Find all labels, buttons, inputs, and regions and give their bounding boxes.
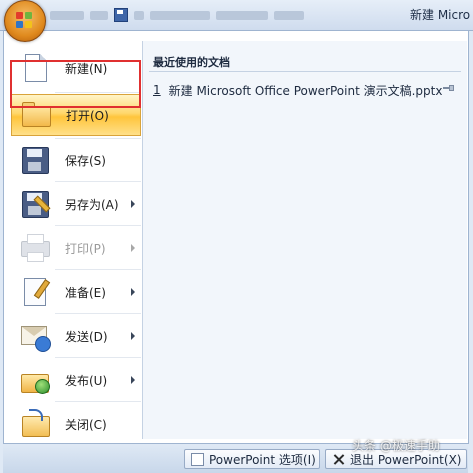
menu-item-label: 另存为(A): [65, 197, 119, 212]
send-icon: [19, 320, 51, 352]
divider: [55, 181, 141, 182]
blurred-ribbon-text: [216, 10, 268, 20]
menu-item-label: 准备(E): [65, 285, 106, 300]
blurred-ribbon-text: [274, 10, 304, 20]
save-icon-mini[interactable]: [114, 8, 128, 22]
print-icon: [19, 232, 51, 264]
save-as-icon: [19, 188, 51, 220]
recent-document-item[interactable]: 1 新建 Microsoft Office PowerPoint 演示文稿.pp…: [153, 81, 463, 99]
menu-item-label: 打印(P): [65, 241, 106, 256]
menu-item-send[interactable]: 发送(D): [11, 315, 141, 357]
highlight-annotation-box: [10, 60, 141, 108]
submenu-arrow-icon: [131, 200, 135, 208]
title-bar: 新建 Micro: [0, 0, 473, 31]
recent-documents-panel: 最近使用的文档 1 新建 Microsoft Office PowerPoint…: [142, 41, 467, 439]
customize-qat-button[interactable]: [134, 10, 144, 20]
menu-item-print: 打印(P): [11, 227, 141, 269]
close-icon: [332, 453, 345, 466]
submenu-arrow-icon: [131, 244, 135, 252]
divider: [55, 357, 141, 358]
divider: [55, 313, 141, 314]
save-icon: [19, 144, 51, 176]
office-logo-icon: [16, 12, 34, 30]
menu-item-label: 打开(O): [66, 108, 109, 123]
menu-item-label: 发布(U): [65, 373, 108, 388]
divider: [55, 269, 141, 270]
recent-item-number: 1: [153, 83, 161, 97]
menu-item-save-as[interactable]: 另存为(A): [11, 183, 141, 225]
prepare-icon: [19, 276, 51, 308]
menu-item-save[interactable]: 保存(S): [11, 139, 141, 181]
publish-icon: [19, 364, 51, 396]
menu-item-close[interactable]: 关闭(C): [11, 403, 141, 445]
recent-documents-heading: 最近使用的文档: [153, 56, 230, 69]
powerpoint-options-button[interactable]: PowerPoint 选项(I): [184, 449, 320, 469]
blurred-ribbon-text: [150, 10, 210, 20]
quick-access-toolbar: [50, 6, 304, 24]
office-button[interactable]: [4, 0, 46, 42]
window-title: 新建 Micro: [410, 8, 471, 22]
recent-item-name: 新建 Microsoft Office PowerPoint 演示文稿.pptx: [168, 83, 443, 98]
undo-button[interactable]: [50, 10, 84, 20]
divider: [55, 401, 141, 402]
menu-item-publish[interactable]: 发布(U): [11, 359, 141, 401]
close-folder-icon: [19, 408, 51, 440]
menu-item-label: 保存(S): [65, 153, 106, 168]
options-label: PowerPoint 选项(I): [209, 452, 316, 467]
submenu-arrow-icon: [131, 376, 135, 384]
submenu-arrow-icon: [131, 332, 135, 340]
submenu-arrow-icon: [131, 288, 135, 296]
menu-item-label: 发送(D): [65, 329, 108, 344]
watermark: 头条 @极速手助: [352, 439, 440, 453]
pin-icon[interactable]: [443, 85, 455, 91]
menu-item-prepare[interactable]: 准备(E): [11, 271, 141, 313]
redo-button[interactable]: [90, 10, 108, 20]
divider: [55, 225, 141, 226]
options-icon: [191, 452, 204, 466]
menu-item-label: 关闭(C): [65, 417, 107, 432]
divider: [149, 71, 461, 72]
